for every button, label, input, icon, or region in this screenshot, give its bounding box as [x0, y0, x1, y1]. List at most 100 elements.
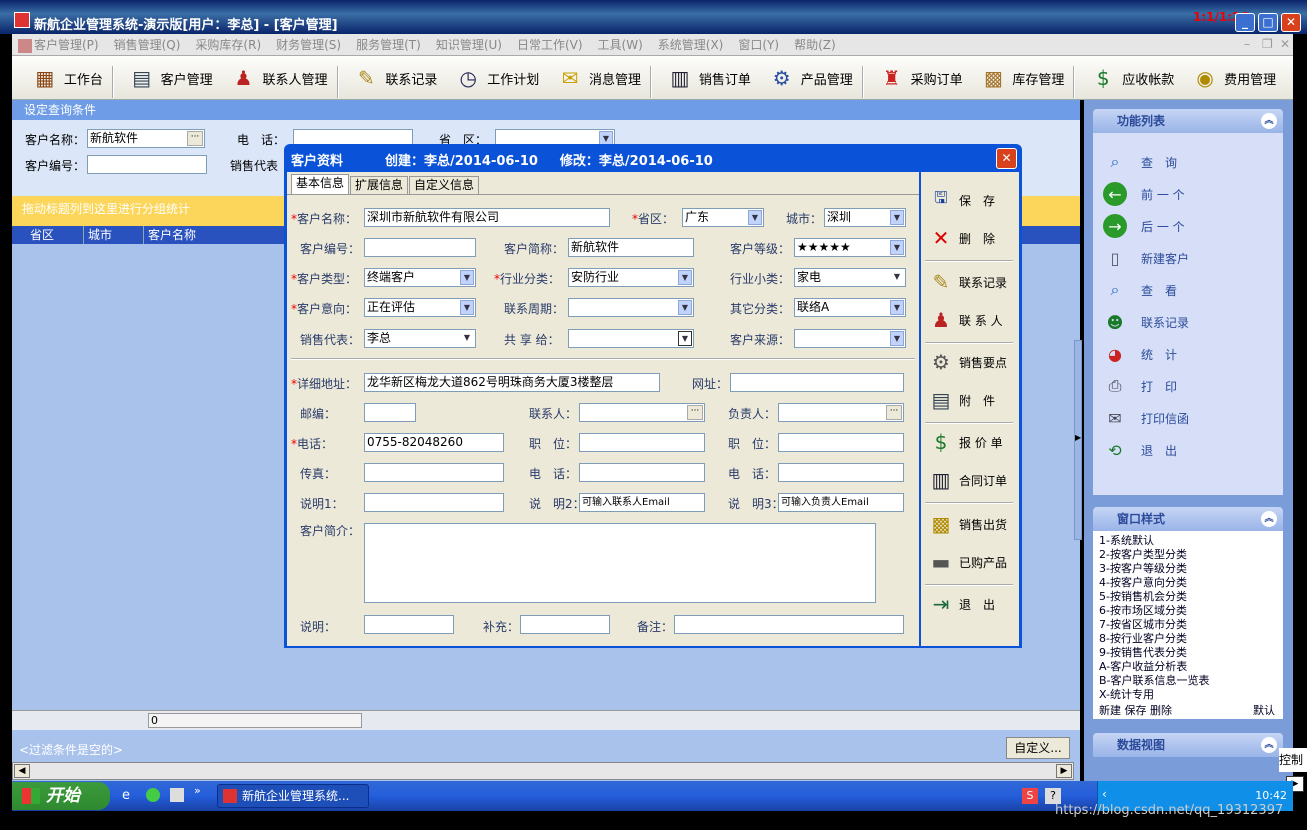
type-select[interactable]: 终端客户 ▼	[364, 268, 476, 287]
collapse-icon[interactable]: ︽	[1261, 113, 1277, 129]
owner-input[interactable]: ···	[778, 403, 904, 422]
menu-item[interactable]: 窗口(Y)	[738, 34, 779, 56]
menu-item[interactable]: 系统管理(X)	[658, 34, 724, 56]
level-select[interactable]: ★★★★★ ▼	[794, 238, 906, 257]
fax-input[interactable]	[364, 463, 504, 482]
func-new-customer[interactable]: ▯ 新建客户	[1103, 245, 1189, 271]
scroll-right-icon[interactable]: ▶	[1056, 764, 1072, 778]
remark-input[interactable]	[674, 615, 904, 634]
menu-item[interactable]: 日常工作(V)	[517, 34, 583, 56]
toolbar-workbench-button[interactable]: ▦ 工作台	[24, 56, 109, 100]
exit-button[interactable]: ⇥ 退 出	[925, 586, 1015, 622]
style-item[interactable]: 5-按销售机会分类	[1099, 590, 1283, 604]
style-item[interactable]: A-客户收益分析表	[1099, 660, 1283, 674]
tray-expand-icon[interactable]: ‹	[1102, 787, 1107, 801]
intro-textarea[interactable]	[364, 523, 876, 603]
func-contact-record[interactable]: ☻ 联系记录	[1103, 309, 1189, 335]
toolbar-stock-button[interactable]: ▩ 库存管理	[972, 56, 1070, 100]
style-new-link[interactable]: 新建	[1099, 704, 1121, 717]
customer-name-input[interactable]: 深圳市新航软件有限公司	[364, 208, 610, 227]
splitter-handle[interactable]: ▶	[1074, 340, 1082, 540]
web-input[interactable]	[730, 373, 904, 392]
help-icon[interactable]: ?	[1045, 788, 1061, 804]
short-name-input[interactable]: 新航软件	[568, 238, 694, 257]
styles-header[interactable]: 窗口样式 ︽	[1093, 507, 1283, 531]
style-item[interactable]: 6-按市场区域分类	[1099, 604, 1283, 618]
owner-tel-input[interactable]	[778, 463, 904, 482]
style-item[interactable]: X-统计专用	[1099, 688, 1283, 702]
query-name-input[interactable]: 新航软件 ···	[87, 129, 205, 148]
zip-input[interactable]	[364, 403, 416, 422]
tab-basic[interactable]: 基本信息	[291, 174, 350, 194]
quote-button[interactable]: $ 报 价 单	[925, 424, 1015, 460]
ie-icon[interactable]: e	[122, 788, 130, 803]
menu-item[interactable]: 知识管理(U)	[436, 34, 502, 56]
note1-input[interactable]	[364, 493, 504, 512]
func-stats[interactable]: ◕ 统 计	[1103, 341, 1177, 367]
func-print[interactable]: ⎙ 打 印	[1103, 373, 1177, 399]
toolbar-expense-button[interactable]: ◉ 费用管理	[1184, 56, 1282, 100]
address-input[interactable]: 龙华新区梅龙大道862号明珠商务大厦3楼整层	[364, 373, 660, 392]
share-select[interactable]: ▼	[568, 329, 694, 348]
contact-record-button[interactable]: ✎ 联系记录	[925, 264, 1015, 300]
dialog-close-button[interactable]: ✕	[996, 148, 1017, 169]
toolbar-sales-order-button[interactable]: ▥ 销售订单	[659, 56, 757, 100]
industry-select[interactable]: 安防行业 ▼	[568, 268, 694, 287]
dataview-header[interactable]: 数据视图 ︽	[1093, 733, 1283, 757]
scroll-left-icon[interactable]: ◀	[14, 764, 30, 778]
menu-item[interactable]: 帮助(Z)	[794, 34, 836, 56]
control-tab[interactable]: 控制	[1279, 748, 1307, 772]
menu-item[interactable]: 采购库存(R)	[195, 34, 261, 56]
functions-header[interactable]: 功能列表 ︽	[1093, 109, 1283, 133]
intent-select[interactable]: 正在评估 ▼	[364, 298, 476, 317]
style-item[interactable]: 3-按客户等级分类	[1099, 562, 1283, 576]
contract-button[interactable]: ▥ 合同订单	[925, 462, 1015, 498]
toolbar-customer-button[interactable]: ▤ 客户管理	[121, 56, 219, 100]
attachment-button[interactable]: ▤ 附 件	[925, 382, 1015, 418]
menu-item[interactable]: 工具(W)	[598, 34, 643, 56]
query-code-input[interactable]	[87, 155, 207, 174]
style-item[interactable]: B-客户联系信息一览表	[1099, 674, 1283, 688]
style-item[interactable]: 7-按省区城市分类	[1099, 618, 1283, 632]
tab-extended[interactable]: 扩展信息	[350, 176, 409, 194]
toolbar-plan-button[interactable]: ◷ 工作计划	[447, 56, 545, 100]
style-item[interactable]: 4-按客户意向分类	[1099, 576, 1283, 590]
shipping-button[interactable]: ▩ 销售出货	[925, 506, 1015, 542]
ellipsis-button[interactable]: ···	[687, 405, 703, 420]
func-exit[interactable]: ⟲ 退 出	[1103, 437, 1177, 463]
menu-item[interactable]: 服务管理(T)	[356, 34, 421, 56]
contact-position-input[interactable]	[579, 433, 705, 452]
mdi-restore-icon[interactable]: ❐	[1262, 37, 1273, 51]
quicklaunch-icon-2[interactable]	[170, 788, 184, 802]
other-select[interactable]: 联络A ▼	[794, 298, 906, 317]
maximize-button[interactable]: □	[1258, 13, 1278, 32]
province-select[interactable]: 广东 ▼	[682, 208, 764, 227]
toolbar-message-button[interactable]: ✉ 消息管理	[549, 56, 647, 100]
customer-code-input[interactable]	[364, 238, 476, 257]
toolbar-product-button[interactable]: ⚙ 产品管理	[761, 56, 859, 100]
contact-tel-input[interactable]	[579, 463, 705, 482]
note3-input[interactable]: 可输入负责人Email	[778, 493, 904, 512]
column-province[interactable]: 省区	[26, 226, 84, 244]
toolbar-purchase-button[interactable]: ♜ 采购订单	[871, 56, 969, 100]
func-prev[interactable]: ← 前 一 个	[1103, 181, 1185, 207]
toolbar-contacts-button[interactable]: ♟ 联系人管理	[223, 56, 334, 100]
style-delete-link[interactable]: 删除	[1150, 704, 1172, 717]
more-icon[interactable]: »	[194, 784, 201, 797]
menu-item[interactable]: 客户管理(P)	[18, 34, 99, 56]
extra-input[interactable]	[520, 615, 610, 634]
minimize-button[interactable]: _	[1235, 13, 1255, 32]
ellipsis-button[interactable]: ···	[187, 131, 203, 146]
purchased-products-button[interactable]: ▬ 已购产品	[925, 544, 1015, 580]
style-save-link[interactable]: 保存	[1125, 704, 1147, 717]
toolbar-receivable-button[interactable]: $ 应收帐款	[1082, 56, 1180, 100]
contact-input[interactable]: ···	[579, 403, 705, 422]
desc-input[interactable]	[364, 615, 454, 634]
close-button[interactable]: ✕	[1281, 13, 1301, 32]
expand-icon[interactable]: ︽	[1261, 737, 1277, 753]
sales-select[interactable]: 李总 ▼	[364, 329, 476, 348]
style-item[interactable]: 1-系统默认	[1099, 534, 1283, 548]
taskbar-app-button[interactable]: 新航企业管理系统...	[217, 784, 369, 808]
collapse-icon[interactable]: ︽	[1261, 511, 1277, 527]
tray-s-icon[interactable]: S	[1022, 788, 1038, 804]
